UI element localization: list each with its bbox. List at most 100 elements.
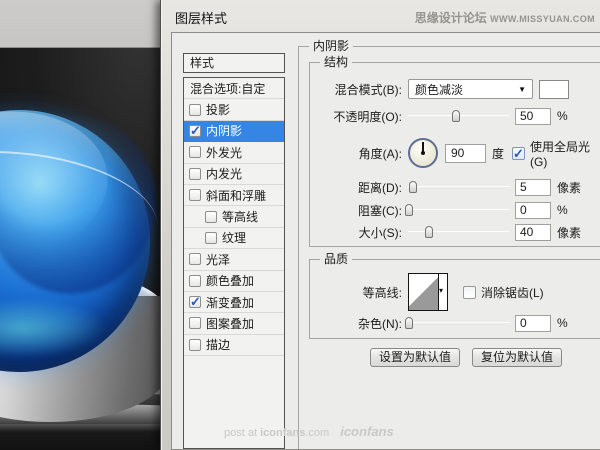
inner-shadow-group-title: 内阴影 — [309, 39, 354, 53]
opacity-slider[interactable] — [408, 109, 510, 123]
style-checkbox[interactable] — [189, 317, 201, 330]
style-checkbox[interactable] — [189, 274, 201, 287]
iconfans-logo: iconfans — [340, 424, 394, 439]
angle-dial[interactable] — [408, 138, 438, 168]
global-light-label: 使用全局光(G) — [530, 139, 591, 169]
distance-label: 距离(D): — [358, 180, 402, 195]
style-list-item[interactable]: 内阴影 — [184, 120, 284, 143]
choke-label: 阻塞(C): — [358, 203, 402, 218]
noise-input[interactable]: 0 — [515, 314, 551, 332]
credit-suffix: .com — [305, 427, 330, 439]
distance-unit: 像素 — [557, 180, 582, 195]
choke-row: 阻塞(C): 0 % — [318, 200, 600, 220]
style-list-item[interactable]: 等高线 — [184, 206, 284, 228]
choke-slider[interactable] — [405, 203, 510, 217]
layer-style-dialog: 图层样式 思缘设计论坛 WWW.MISSYUAN.COM 样式 混合选项:自定投… — [160, 0, 600, 450]
antialias-label: 消除锯齿(L) — [481, 285, 544, 300]
canvas-area — [0, 0, 163, 450]
contour-label: 等高线: — [362, 285, 402, 300]
style-list-item[interactable]: 渐变叠加 — [184, 292, 284, 314]
style-list-item[interactable]: 内发光 — [184, 164, 284, 185]
antialias-checkbox[interactable] — [463, 285, 476, 299]
noise-label: 杂色(N): — [358, 316, 402, 331]
photoshop-options-bar — [0, 0, 163, 48]
set-default-button[interactable]: 设置为默认值 — [370, 348, 460, 367]
distance-input[interactable]: 5 — [515, 178, 551, 196]
style-list-item[interactable]: 光泽 — [184, 249, 284, 271]
size-unit: 像素 — [557, 225, 582, 240]
style-list-item[interactable]: 斜面和浮雕 — [184, 185, 284, 207]
noise-unit: % — [557, 316, 568, 330]
style-checkbox[interactable] — [205, 231, 217, 244]
reset-default-button[interactable]: 复位为默认值 — [472, 348, 562, 367]
slider-track — [408, 186, 510, 187]
slider-track — [408, 231, 510, 232]
style-item-label: 斜面和浮雕 — [206, 188, 267, 203]
angle-unit: 度 — [492, 146, 505, 161]
distance-row: 距离(D): 5 像素 — [318, 177, 600, 197]
distance-slider[interactable] — [408, 180, 510, 194]
slider-track — [408, 209, 510, 210]
size-row: 大小(S): 40 像素 — [318, 222, 600, 242]
style-list-item[interactable]: 颜色叠加 — [184, 271, 284, 292]
opacity-label: 不透明度(O): — [333, 109, 402, 124]
quality-legend: 品质 — [320, 252, 353, 266]
dialog-content-panel: 样式 混合选项:自定投影内阴影外发光内发光斜面和浮雕等高线纹理光泽颜色叠加渐变叠… — [171, 32, 600, 450]
style-checkbox[interactable] — [189, 167, 201, 180]
global-light-checkbox[interactable] — [512, 146, 526, 162]
size-input[interactable]: 40 — [515, 223, 551, 241]
size-slider[interactable] — [408, 225, 510, 239]
style-checkbox[interactable] — [189, 253, 201, 266]
style-list-item[interactable]: 混合选项:自定 — [184, 78, 284, 100]
style-checkbox[interactable] — [205, 210, 217, 223]
style-item-label: 颜色叠加 — [206, 274, 255, 289]
style-item-label: 描边 — [206, 338, 231, 353]
noise-slider[interactable] — [405, 316, 510, 330]
style-checkbox[interactable] — [189, 103, 201, 116]
blend-mode-value: 颜色减淡 — [415, 82, 464, 97]
contour-dropdown-arrow-icon[interactable] — [438, 274, 447, 310]
blend-mode-label: 混合模式(B): — [334, 82, 402, 97]
watermark-url: WWW.MISSYUAN.COM — [490, 14, 595, 24]
opacity-input[interactable]: 50 — [515, 107, 551, 125]
slider-knob[interactable] — [409, 181, 418, 193]
style-item-label: 图案叠加 — [206, 316, 255, 331]
style-list-item[interactable]: 纹理 — [184, 228, 284, 250]
shadow-color-swatch[interactable] — [539, 79, 569, 99]
style-item-label: 光泽 — [206, 252, 231, 267]
slider-knob[interactable] — [405, 317, 414, 329]
style-checkbox[interactable] — [189, 338, 201, 351]
opacity-unit: % — [557, 109, 568, 123]
style-checkbox[interactable] — [189, 189, 201, 202]
contour-picker[interactable] — [408, 273, 448, 311]
style-item-label: 渐变叠加 — [206, 295, 255, 310]
credit-site: iconfans — [260, 427, 306, 439]
slider-knob[interactable] — [405, 204, 414, 216]
defaults-button-row: 设置为默认值 复位为默认值 — [370, 348, 562, 367]
styles-panel-header: 样式 — [183, 53, 285, 73]
slider-knob[interactable] — [451, 110, 460, 122]
dialog-title: 图层样式 — [175, 11, 228, 26]
style-list-item[interactable]: 投影 — [184, 99, 284, 121]
quality-group: 品质 等高线: 消除锯齿(L) 杂色(N): — [309, 252, 600, 339]
chevron-down-icon: ▼ — [518, 85, 526, 94]
contour-thumbnail-icon — [409, 274, 438, 310]
angle-input[interactable]: 90 — [445, 143, 486, 163]
structure-legend: 结构 — [320, 55, 353, 69]
choke-unit: % — [557, 203, 568, 217]
style-list-item[interactable]: 描边 — [184, 335, 284, 357]
blend-mode-dropdown[interactable]: 颜色减淡 ▼ — [408, 79, 533, 99]
style-list-item[interactable]: 图案叠加 — [184, 313, 284, 335]
opacity-row: 不透明度(O): 50 % — [318, 106, 600, 126]
style-checkbox[interactable] — [189, 123, 201, 139]
style-checkbox[interactable] — [189, 146, 201, 159]
style-item-label: 外发光 — [206, 145, 243, 160]
inner-shadow-group: 内阴影 结构 混合模式(B): 颜色减淡 ▼ 不透明度(O): 50 % 角度(… — [298, 39, 600, 449]
style-list-item[interactable]: 外发光 — [184, 142, 284, 164]
style-item-label: 混合选项:自定 — [190, 81, 266, 96]
slider-knob[interactable] — [425, 226, 434, 238]
choke-input[interactable]: 0 — [515, 201, 551, 219]
noise-row: 杂色(N): 0 % — [318, 313, 600, 333]
angle-label: 角度(A): — [358, 146, 402, 161]
style-checkbox[interactable] — [189, 294, 201, 310]
